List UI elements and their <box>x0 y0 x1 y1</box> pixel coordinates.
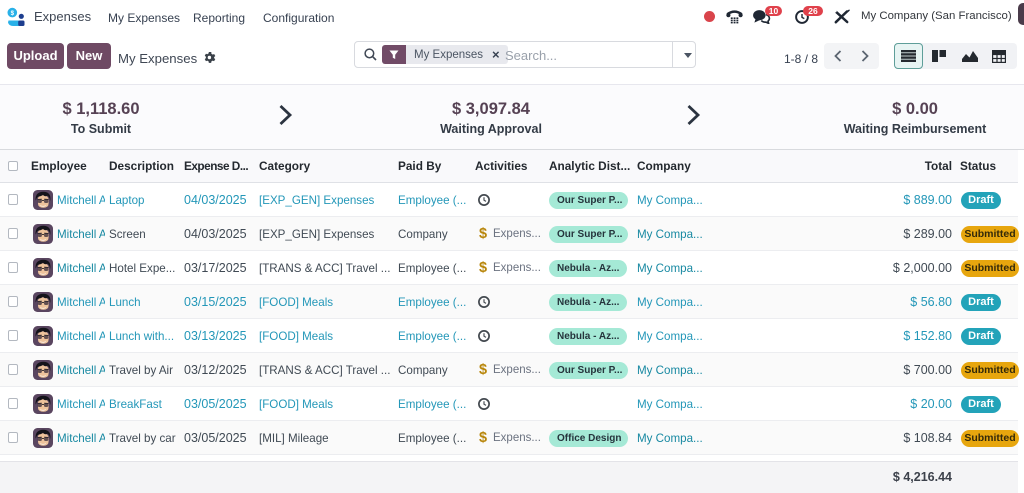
svg-text:$: $ <box>11 10 15 17</box>
